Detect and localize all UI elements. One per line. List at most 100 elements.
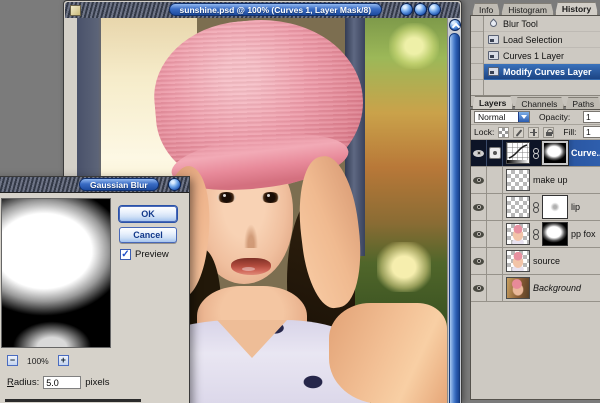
history-state-icon [488, 35, 499, 44]
zoom-in-icon[interactable]: + [58, 355, 69, 366]
tab-channels[interactable]: Channels [514, 97, 564, 109]
layer-row[interactable]: Curve... [471, 140, 600, 167]
layer-row[interactable]: Background [471, 275, 600, 302]
background-thumbnail[interactable] [506, 277, 530, 299]
curves-adjustment-thumbnail[interactable] [506, 142, 530, 164]
layer-visibility-cell[interactable] [471, 140, 487, 166]
layer-name: lip [571, 202, 580, 212]
tab-info[interactable]: Info [472, 3, 500, 15]
tab-layers[interactable]: Layers [472, 96, 513, 109]
gradient-bar [507, 160, 529, 163]
history-item[interactable]: Modify Curves Layer [484, 64, 600, 80]
lock-position-icon[interactable] [528, 127, 539, 138]
layer-link-cell[interactable] [487, 275, 503, 301]
opacity-field[interactable]: 1 [583, 111, 600, 123]
zoom-out-icon[interactable]: − [7, 355, 18, 366]
history-item[interactable]: Blur Tool [484, 16, 600, 32]
maximize-button[interactable] [414, 3, 427, 16]
radius-input[interactable]: 5.0 [43, 376, 81, 389]
document-icon [70, 5, 81, 16]
history-item[interactable]: Curves 1 Layer [484, 48, 600, 64]
window-controls [400, 3, 441, 16]
layer-row[interactable]: make up [471, 167, 600, 194]
layer-mask-thumbnail[interactable] [542, 222, 568, 246]
cancel-button[interactable]: Cancel [119, 227, 177, 243]
tab-histogram[interactable]: Histogram [501, 3, 554, 15]
eye-icon[interactable] [473, 231, 484, 238]
layer-thumbnail[interactable] [506, 250, 530, 272]
radius-unit-label: pixels [85, 377, 109, 388]
lock-image-icon[interactable] [513, 127, 524, 138]
history-brush-source-cell[interactable] [471, 16, 483, 32]
history-state-icon [488, 67, 499, 76]
history-source-column [471, 16, 484, 95]
layer-link-cell[interactable] [487, 140, 503, 166]
layer-visibility-cell[interactable] [471, 194, 487, 220]
scroll-up-icon[interactable] [449, 19, 461, 31]
lock-all-icon[interactable] [543, 127, 554, 138]
layer-name: source [533, 256, 560, 266]
fill-field[interactable]: 1 [583, 126, 600, 138]
ok-button[interactable]: OK [119, 206, 177, 222]
eye-icon[interactable] [473, 177, 484, 184]
layer-row[interactable]: lip [471, 194, 600, 221]
history-item[interactable]: Load Selection [484, 32, 600, 48]
minimize-button[interactable] [400, 3, 413, 16]
blur-preview-box[interactable] [1, 198, 111, 348]
layer-row-content: pp fox [503, 221, 600, 247]
tab-history[interactable]: History [555, 2, 598, 15]
history-brush-source-cell[interactable] [471, 32, 483, 48]
layer-visibility-cell[interactable] [471, 248, 487, 274]
layer-visibility-cell[interactable] [471, 275, 487, 301]
layer-thumbnail[interactable] [506, 196, 530, 218]
layer-thumbnail[interactable] [506, 223, 530, 245]
eye-icon[interactable] [473, 285, 484, 292]
layer-name: make up [533, 175, 568, 185]
opacity-label: Opacity: [539, 112, 570, 122]
preview-zoom-level: 100% [27, 356, 49, 366]
layer-thumbnail[interactable] [506, 169, 530, 191]
layer-mask-thumbnail[interactable] [542, 141, 568, 165]
eye-icon[interactable] [473, 150, 484, 157]
document-title: sunshine.psd @ 100% (Curves 1, Layer Mas… [169, 3, 383, 16]
history-item-label: Modify Curves Layer [503, 67, 592, 77]
dialog-close-icon[interactable] [168, 178, 181, 191]
history-brush-source-cell[interactable] [471, 48, 483, 64]
document-titlebar[interactable]: sunshine.psd @ 100% (Curves 1, Layer Mas… [65, 2, 460, 18]
layer-row-content: Curve... [503, 140, 600, 166]
layer-link-cell[interactable] [487, 248, 503, 274]
radius-label: Radius: [7, 377, 39, 388]
lock-transparency-icon[interactable] [498, 127, 509, 138]
close-button[interactable] [428, 3, 441, 16]
radius-slider[interactable] [5, 399, 141, 402]
blend-options-row: Normal Opacity: 1 [471, 110, 600, 125]
layer-list: Curve... make up lip pp fox source Background [471, 140, 600, 302]
layer-mask-thumbnail[interactable] [542, 195, 568, 219]
preview-label: Preview [135, 249, 169, 260]
photo-mouth [231, 258, 271, 275]
layer-visibility-cell[interactable] [471, 167, 487, 193]
chevron-down-icon[interactable] [518, 112, 529, 122]
desktop: sunshine.psd @ 100% (Curves 1, Layer Mas… [0, 0, 600, 403]
preview-checkbox[interactable]: ✓ [120, 249, 131, 260]
history-items: Blur Tool Load SelectionCurves 1 Layer Mod… [484, 16, 600, 95]
blend-mode-select[interactable]: Normal [474, 111, 530, 123]
layer-visibility-cell[interactable] [471, 221, 487, 247]
layer-row[interactable]: pp fox [471, 221, 600, 248]
history-brush-source-cell[interactable] [471, 64, 483, 80]
tab-paths[interactable]: Paths [565, 97, 600, 109]
history-item-label: Blur Tool [503, 19, 538, 29]
eye-icon[interactable] [473, 258, 484, 265]
dialog-titlebar[interactable]: Gaussian Blur [0, 177, 189, 193]
eye-icon[interactable] [473, 204, 484, 211]
layer-link-cell[interactable] [487, 221, 503, 247]
vertical-scrollbar[interactable] [447, 18, 461, 403]
layer-name: Background [533, 283, 581, 293]
radius-row: Radius: 5.0 pixels [7, 376, 110, 389]
link-icon [533, 202, 539, 213]
layer-row[interactable]: source [471, 248, 600, 275]
layer-link-cell[interactable] [487, 194, 503, 220]
dialog-title: Gaussian Blur [79, 178, 159, 191]
layer-link-cell[interactable] [487, 167, 503, 193]
scrollbar-thumb[interactable] [449, 33, 460, 403]
